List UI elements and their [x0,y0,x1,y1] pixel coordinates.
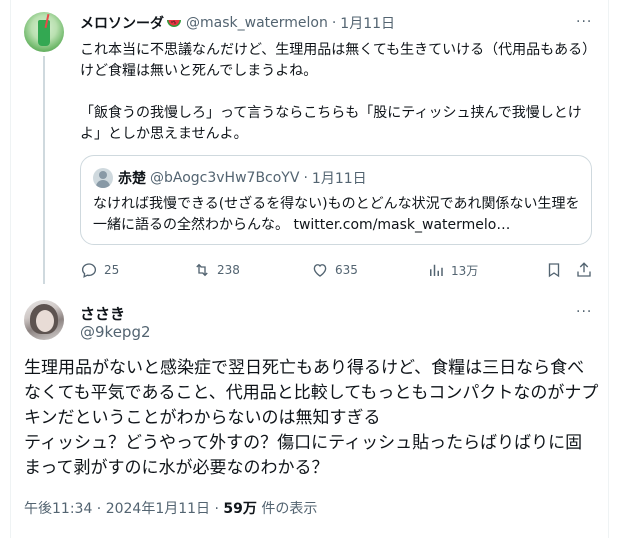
share-button[interactable] [575,259,599,281]
timeline-border-left [10,0,11,538]
analytics-icon [430,264,443,276]
timeline-border-right [608,0,609,538]
tweet-metadata: 午後11:34 · 2024年1月11日 · 59万 件の表示 [24,498,317,518]
reply-button[interactable]: 25 [80,259,119,281]
tweet-line: 生理用品がないと感染症で翌日死亡もあり得るけど、食糧は三日なら食べなくても平気で… [24,358,599,428]
share-icon [577,262,591,277]
quoted-author-handle: @bAogc3vHw7BcoYV [150,170,300,186]
tweet-date[interactable]: 1月11日 [340,13,395,33]
like-button[interactable]: 635 [311,259,358,281]
views-label: 件の表示 [256,501,318,517]
bookmark-button[interactable] [545,259,569,281]
repost-count: 238 [217,263,240,277]
like-count: 635 [335,263,358,277]
views-button[interactable]: 13万 [427,259,478,281]
repost-button[interactable]: 238 [193,259,240,281]
tweet-text: これ本当に不思議なんだけど、生理用品は無くても生きていける（代用品もある）けど食… [80,40,600,145]
melon-soda-glass [38,20,50,46]
action-bar: 25 238 635 13万 [80,259,592,281]
tweet-header: メロソンーダ @mask_watermelon · 1月11日 [80,13,395,33]
bookmark-icon [548,263,560,278]
reply-count: 25 [104,263,120,277]
separator-dot: · [331,15,337,31]
heart-icon [313,264,327,277]
tweet-line: ティッシュ？どうやって外すの？傷口にティッシュ貼ったらばりばりに固まって剥がすの… [24,433,583,478]
author-name[interactable]: ささき [80,303,125,324]
author-handle[interactable]: @9kepg2 [80,323,151,341]
quoted-text: なければ我慢できる(せざるを得ない)ものとどんな状況であれ関係ない生理を一緒に語… [93,196,580,233]
separator-dot: · [303,170,308,186]
repost-icon [196,263,208,277]
avatar[interactable] [24,12,64,52]
quoted-author-name: 赤楚 [118,171,146,187]
views-count: 13万 [451,263,479,278]
reply-icon [81,263,97,278]
author-handle[interactable]: @mask_watermelon [186,15,328,31]
quoted-header: 赤楚 @bAogc3vHw7BcoYV · 1月11日 [118,168,367,188]
more-options-icon[interactable]: ··· [576,14,592,30]
quoted-tweet[interactable]: 赤楚 @bAogc3vHw7BcoYV · 1月11日 なければ我慢できる(せざ… [80,155,592,245]
tweet-timestamp[interactable]: 午後11:34 · 2024年1月11日 · [24,501,223,517]
author-name[interactable]: メロソンーダ [80,13,164,33]
thread-connector-line [43,56,45,284]
views-count: 59万 [223,501,257,517]
tweet-paragraph: これ本当に不思議なんだけど、生理用品は無くても生きていける（代用品もある）けど食… [80,42,597,79]
tweet-paragraph: 「飯食うの我慢しろ」って言うならこちらも「股にティッシュ挟んで我慢しとけよ」とし… [80,105,582,142]
more-options-icon[interactable]: ··· [576,304,592,320]
tweet-text: 生理用品がないと感染症で翌日死亡もあり得るけど、食糧は三日なら食べなくても平気で… [24,356,599,481]
watermelon-icon [166,18,182,30]
quoted-date: 1月11日 [311,171,367,187]
avatar[interactable] [24,300,64,340]
quoted-avatar [93,168,113,188]
